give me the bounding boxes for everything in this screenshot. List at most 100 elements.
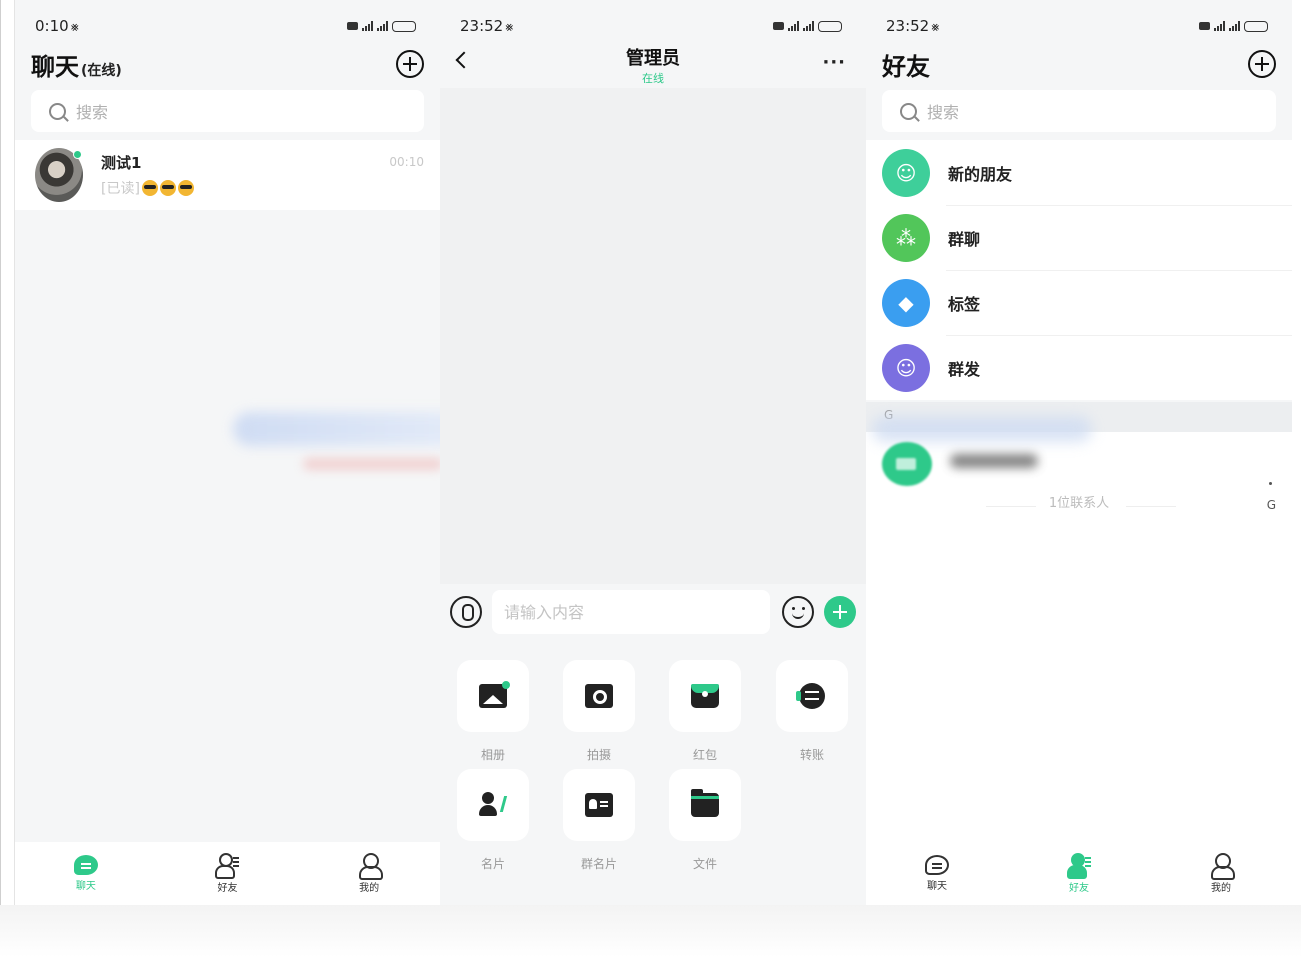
- menu-broadcast[interactable]: ☺ 群发: [866, 335, 1292, 400]
- red-packet-icon: [691, 684, 719, 708]
- contact-status: 在线: [642, 72, 664, 85]
- blurred-overlay: [233, 412, 440, 446]
- screenshot-stage: 0:10 ⨳ 聊天 (在线) 搜索 测试1 00:10 [已读] 聊天 好友 我…: [0, 0, 1301, 957]
- signal-icon-2: [1229, 21, 1240, 31]
- battery-icon: [1244, 20, 1268, 32]
- bottom-shadow: [0, 905, 1301, 957]
- sunglasses-emoji-icon: [177, 180, 194, 196]
- nav-label: 好友: [1069, 883, 1089, 894]
- index-dot[interactable]: [1269, 482, 1272, 485]
- contact-title: 管理员: [626, 48, 680, 69]
- signal-icon-2: [803, 21, 814, 31]
- tool-contact-card[interactable]: 名片: [457, 769, 529, 872]
- menu-new-friends[interactable]: ☺ 新的朋友: [866, 140, 1292, 205]
- search-icon: [49, 102, 66, 120]
- menu-label: 群聊: [948, 229, 981, 249]
- group-chat-icon: ⁂: [882, 213, 930, 262]
- contact-list: 1位联系人 G: [866, 416, 1292, 842]
- chat-time: 00:10: [389, 155, 424, 169]
- search-icon: [900, 102, 917, 120]
- chat-name: 测试1: [101, 154, 142, 172]
- frame-edge: [0, 0, 1, 957]
- tag-icon: ◆: [882, 278, 930, 327]
- nav-label: 聊天: [927, 881, 947, 892]
- tool-camera[interactable]: 拍摄: [563, 660, 635, 763]
- nav-friends[interactable]: 好友: [1039, 853, 1119, 894]
- sunglasses-emoji-icon: [141, 180, 158, 196]
- menu-group-chat[interactable]: ⁂ 群聊: [866, 205, 1292, 270]
- sim-icon: [347, 22, 358, 30]
- message-input[interactable]: [492, 590, 770, 634]
- menu-label: 标签: [948, 294, 981, 314]
- nav-chat[interactable]: 聊天: [897, 855, 977, 892]
- message-area: [440, 88, 866, 584]
- status-time: 23:52: [886, 17, 930, 35]
- tool-red-packet[interactable]: 红包: [669, 660, 741, 763]
- tool-label: 相册: [480, 748, 505, 762]
- tool-album[interactable]: 相册: [457, 660, 529, 763]
- status-icons: [1199, 20, 1268, 32]
- more-icon[interactable]: ···: [822, 54, 846, 72]
- nav-label: 我的: [1211, 883, 1231, 894]
- broadcast-icon: ☺: [882, 343, 930, 392]
- online-status: (在线): [81, 62, 122, 79]
- chat-icon: [73, 855, 98, 875]
- nav-friends[interactable]: 好友: [187, 853, 267, 894]
- search-bar[interactable]: 搜索: [882, 90, 1276, 132]
- menu-tags[interactable]: ◆ 标签: [866, 270, 1292, 335]
- mute-icon: ⨳: [931, 20, 940, 35]
- nav-me[interactable]: 我的: [329, 853, 409, 894]
- tool-group-card[interactable]: 群名片: [563, 769, 635, 872]
- new-friend-icon: ☺: [882, 148, 930, 197]
- status-bar: 0:10 ⨳: [35, 14, 416, 38]
- add-icon[interactable]: [396, 50, 424, 78]
- tool-transfer[interactable]: 转账: [776, 660, 848, 763]
- friends-screen: 23:52 ⨳ 好友 搜索 ☺ 新的朋友 ⁂ 群聊 ◆ 标签 ☺ 群发 G 1位…: [866, 0, 1292, 905]
- chat-list-screen: 0:10 ⨳ 聊天 (在线) 搜索 测试1 00:10 [已读] 聊天 好友 我…: [14, 0, 440, 905]
- blurred-overlay: [303, 458, 440, 470]
- album-icon: [479, 681, 510, 708]
- signal-icon: [362, 21, 373, 31]
- friends-menu: ☺ 新的朋友 ⁂ 群聊 ◆ 标签 ☺ 群发: [866, 140, 1292, 400]
- tool-file[interactable]: 文件: [669, 769, 741, 872]
- sunglasses-emoji-icon: [159, 180, 176, 196]
- nav-label: 聊天: [75, 881, 96, 892]
- blurred-overlay: [872, 416, 1092, 442]
- transfer-icon: [796, 683, 825, 709]
- camera-icon: [585, 684, 613, 708]
- contact-avatar[interactable]: [882, 442, 932, 486]
- plus-icon[interactable]: [824, 596, 856, 628]
- chat-icon: [925, 855, 949, 875]
- emoji-icon[interactable]: [782, 596, 814, 628]
- conversation-header: 管理员 在线 ···: [440, 40, 866, 88]
- file-icon: [691, 789, 719, 817]
- mute-icon: ⨳: [505, 20, 514, 35]
- bottom-nav: 聊天 好友 我的: [15, 842, 440, 905]
- conversation-screen: 23:52⨳ 管理员 在线 ··· 相册: [440, 0, 866, 905]
- tools-panel: 相册 拍摄 红包 转账 名片 群名片 文件: [440, 642, 866, 905]
- add-icon[interactable]: [1248, 50, 1276, 78]
- index-letter[interactable]: G: [1267, 498, 1276, 512]
- menu-label: 群发: [948, 359, 981, 379]
- nav-me[interactable]: 我的: [1181, 853, 1261, 894]
- voice-icon[interactable]: [450, 596, 482, 628]
- chat-list-item[interactable]: 测试1 00:10 [已读]: [15, 140, 440, 210]
- tool-label: 名片: [480, 857, 505, 871]
- search-bar[interactable]: 搜索: [31, 90, 424, 132]
- tool-label: 拍摄: [586, 748, 611, 762]
- signal-icon-2: [377, 21, 388, 31]
- blurred-contact-name: [950, 454, 1038, 468]
- search-placeholder: 搜索: [927, 103, 960, 122]
- sim-icon: [773, 22, 784, 30]
- status-bar: 23:52 ⨳: [460, 14, 842, 38]
- contact-card-icon: [479, 792, 508, 818]
- online-dot-icon: [73, 150, 82, 159]
- nav-label: 我的: [359, 883, 380, 894]
- tool-label: 文件: [692, 857, 717, 871]
- nav-chat[interactable]: 聊天: [46, 855, 126, 892]
- sim-icon: [1199, 22, 1210, 30]
- menu-label: 新的朋友: [948, 164, 1013, 184]
- bottom-nav: 聊天 好友 我的: [866, 842, 1292, 905]
- search-placeholder: 搜索: [76, 103, 109, 122]
- page-title: 聊天: [31, 52, 79, 81]
